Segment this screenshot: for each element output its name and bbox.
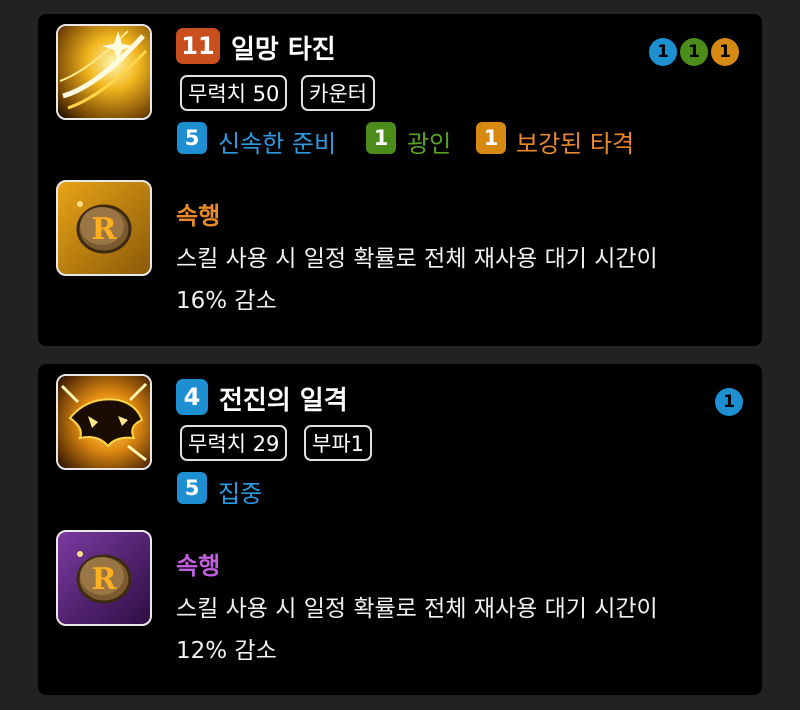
skill-name: 전진의 일격 (219, 386, 348, 416)
tripod-tier2-dot: 1 (680, 38, 708, 66)
tripod-tier1-dot: 1 (715, 388, 743, 416)
part-break-tag: 부파1 (304, 425, 373, 461)
tripod-level-badge: 1 (476, 122, 506, 154)
counter-tag: 카운터 (301, 75, 375, 111)
skill-level-badge: 11 (176, 28, 220, 64)
rune-desc-line: 스킬 사용 시 일정 확률로 전체 재사용 대기 시간이 (176, 246, 658, 272)
tripod-level-badge: 1 (366, 122, 396, 154)
rune-description: 스킬 사용 시 일정 확률로 전체 재사용 대기 시간이 16% 감소 (176, 238, 746, 322)
rune-name: 속행 (176, 202, 221, 230)
tripod-name: 신속한 준비 (218, 130, 337, 158)
lion-strike-icon (56, 374, 152, 470)
tripod-tier3-dot: 1 (711, 38, 739, 66)
skill-level-badge: 4 (176, 379, 208, 415)
rune-r-icon: R (56, 180, 152, 276)
rune-desc-line: 16% 감소 (176, 288, 277, 314)
rune-desc-line: 12% 감소 (176, 638, 277, 664)
tripod-name: 광인 (407, 130, 452, 158)
skill-card[interactable]: 4 전진의 일격 1 무력치 29 부파1 5 집중 R 속행 스킬 사용 시 … (38, 364, 762, 695)
rune-r-icon: R (56, 530, 152, 626)
tripod-tier1-dot: 1 (649, 38, 677, 66)
svg-text:R: R (92, 212, 118, 247)
tripod-name: 보강된 타격 (516, 130, 635, 158)
stagger-tag: 무력치 29 (180, 425, 288, 461)
tripod-name: 집중 (218, 480, 263, 508)
stagger-tag: 무력치 50 (180, 75, 288, 111)
skill-name: 일망 타진 (231, 35, 336, 65)
rune-description: 스킬 사용 시 일정 확률로 전체 재사용 대기 시간이 12% 감소 (176, 588, 746, 672)
rune-desc-line: 스킬 사용 시 일정 확률로 전체 재사용 대기 시간이 (176, 596, 658, 622)
rune-name: 속행 (176, 552, 221, 580)
svg-text:R: R (92, 562, 118, 597)
tripod-level-badge: 5 (177, 122, 207, 154)
skill-card[interactable]: 11 일망 타진 1 1 1 무력치 50 카운터 5 신속한 준비 1 광인 … (38, 14, 762, 346)
tripod-level-badge: 5 (177, 472, 207, 504)
golden-slash-icon (56, 24, 152, 120)
